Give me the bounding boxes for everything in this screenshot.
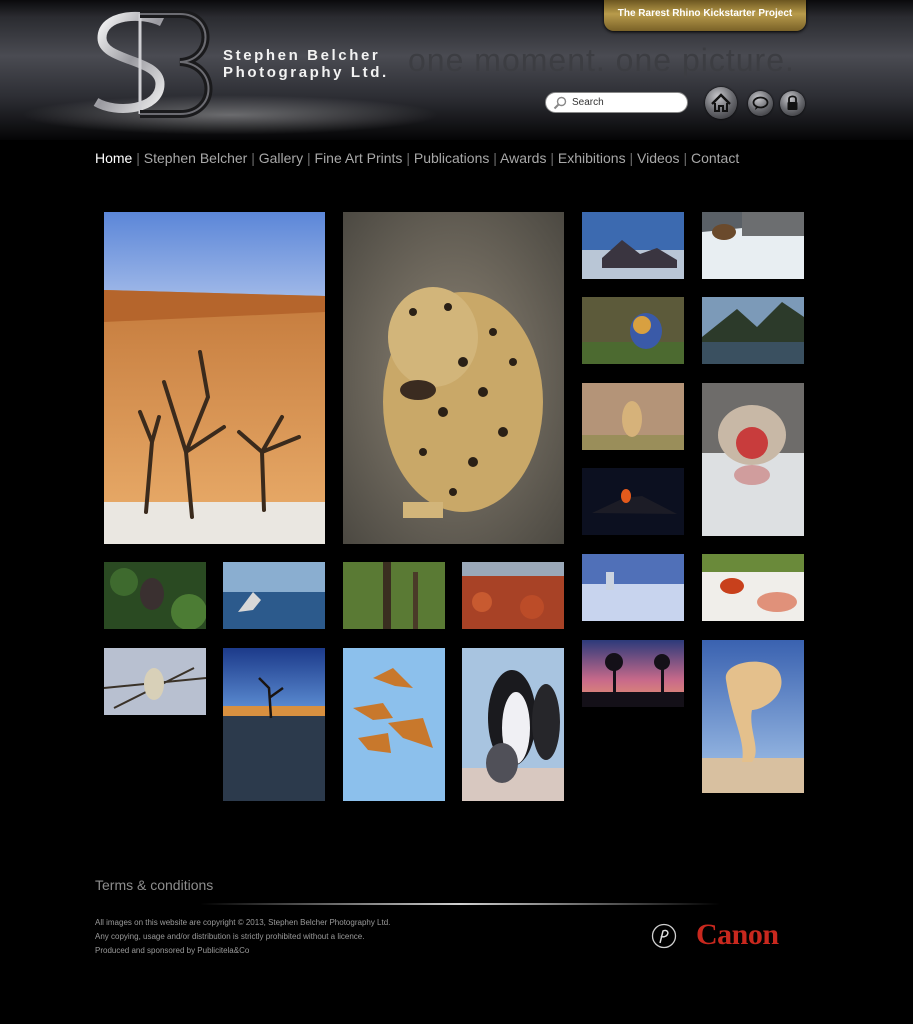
photo-desert-dead-tree-night[interactable] [223,648,325,801]
nav-separator: | [679,150,691,166]
tagline: one moment. one picture. [408,42,795,78]
nav-item-awards[interactable]: Awards [500,150,546,166]
nav-separator: | [247,150,259,166]
kickstarter-button[interactable]: The Rarest Rhino Kickstarter Project [604,0,806,31]
header-glow [20,95,440,135]
canon-logo[interactable]: Canon [696,918,779,952]
photo-snow-monkey[interactable] [702,383,804,536]
nav-item-publications[interactable]: Publications [414,150,490,166]
home-icon [711,93,731,112]
brand-name: Stephen Belcher Photography Ltd. [223,47,389,81]
search-input[interactable] [572,95,682,110]
lock-icon [787,95,798,110]
footer-divider [200,903,720,905]
photo-red-crab[interactable] [702,554,804,621]
nav-separator: | [625,150,637,166]
chat-icon [752,96,769,110]
brand-line-2: Photography Ltd. [223,64,389,81]
photo-erupting-volcano[interactable] [582,468,684,535]
search-box[interactable] [545,92,688,113]
search-icon [553,96,567,110]
photo-cheetah-running[interactable] [582,383,684,450]
nav-separator: | [546,150,558,166]
photo-gorilla-forest[interactable] [104,562,206,629]
terms-link[interactable]: Terms & conditions [95,877,213,893]
nav-item-stephen-belcher[interactable]: Stephen Belcher [144,150,248,166]
sb-logo-icon[interactable] [92,10,217,120]
photo-mushroom-rock[interactable] [702,640,804,793]
photo-bird-close-up[interactable] [582,297,684,364]
photo-flying-bats[interactable] [343,648,445,801]
photo-quiver-trees-sunset[interactable] [582,640,684,707]
photo-forest-canopy[interactable] [343,562,445,629]
nav-item-gallery[interactable]: Gallery [259,150,303,166]
photo-snow-desert-rock[interactable] [582,554,684,621]
brand-line-1: Stephen Belcher [223,47,381,64]
chat-button[interactable] [748,91,773,116]
copyright-line-2: Any copying, usage and/or distribution i… [95,932,365,941]
copyright-line-1: All images on this website are copyright… [95,918,391,927]
producer-line: Produced and sponsored by Publicitela&Co [95,946,250,955]
photo-penguins[interactable] [462,648,564,801]
publicitela-logo-icon[interactable] [651,923,677,949]
photo-bear-waterfall[interactable] [702,212,804,279]
nav-item-home[interactable]: Home [95,150,132,166]
photo-mountain-lake[interactable] [702,297,804,364]
nav-separator: | [303,150,315,166]
nav-item-exhibitions[interactable]: Exhibitions [558,150,626,166]
photo-leopard[interactable] [343,212,564,544]
nav-item-contact[interactable]: Contact [691,150,739,166]
photo-volcano-landscape[interactable] [582,212,684,279]
login-button[interactable] [780,91,805,116]
photo-red-flowers[interactable] [462,562,564,629]
photo-shark-breaching[interactable] [223,562,325,629]
nav-item-videos[interactable]: Videos [637,150,680,166]
site-header: Stephen Belcher Photography Ltd. one mom… [0,0,913,140]
nav-separator: | [402,150,414,166]
photo-desert-dead-trees[interactable] [104,212,325,544]
nav-separator: | [132,150,144,166]
nav-separator: | [489,150,501,166]
main-nav: Home | Stephen Belcher | Gallery | Fine … [95,150,739,166]
home-button[interactable] [705,87,737,119]
nav-item-fine-art-prints[interactable]: Fine Art Prints [315,150,403,166]
photo-snow-monkey-tree[interactable] [104,648,206,715]
